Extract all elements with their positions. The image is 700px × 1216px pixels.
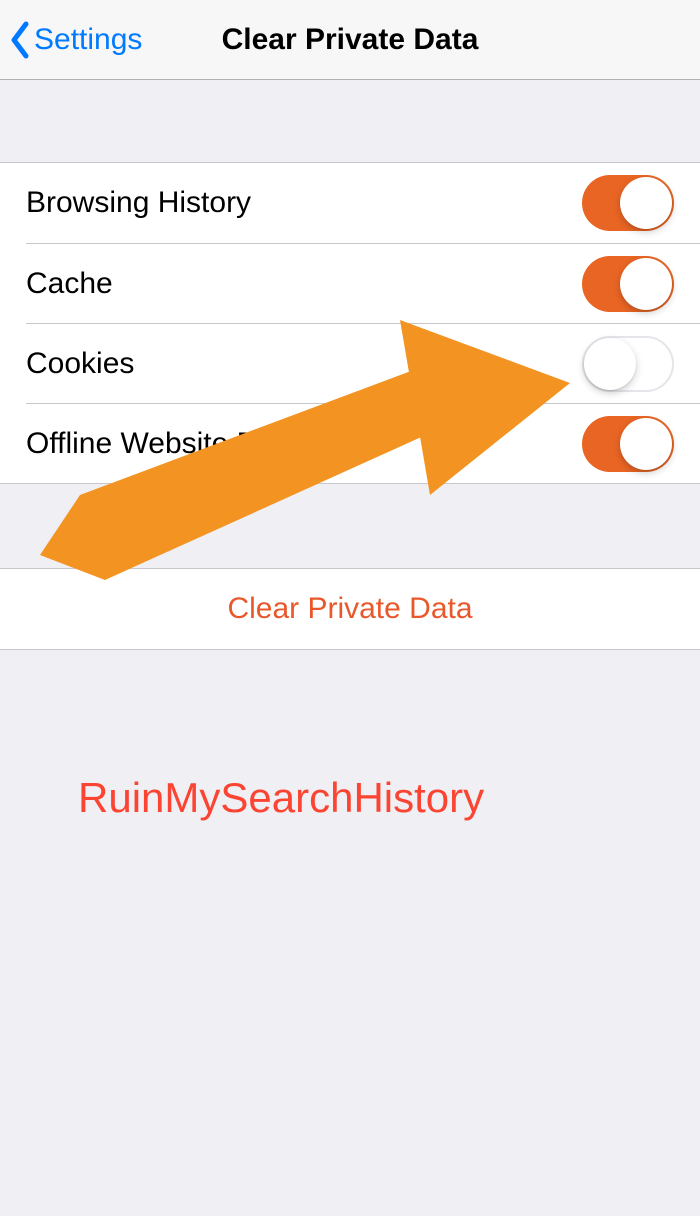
row-browsing-history: Browsing History: [0, 163, 700, 243]
row-cookies: Cookies: [26, 323, 700, 403]
page-title: Clear Private Data: [222, 23, 479, 57]
row-offline-website-data: Offline Website Data: [26, 403, 700, 483]
row-label: Cookies: [26, 347, 582, 381]
toggle-cache[interactable]: [582, 256, 674, 312]
navigation-bar: Settings Clear Private Data: [0, 0, 700, 80]
toggle-list: Browsing History Cache Cookies Offline W…: [0, 162, 700, 484]
clear-private-data-button[interactable]: Clear Private Data: [0, 568, 700, 650]
row-cache: Cache: [26, 243, 700, 323]
back-label: Settings: [34, 23, 142, 57]
section-spacer: [0, 484, 700, 568]
toggle-cookies[interactable]: [582, 336, 674, 392]
toggle-offline-website-data[interactable]: [582, 416, 674, 472]
row-label: Browsing History: [26, 186, 582, 220]
back-button[interactable]: Settings: [8, 20, 142, 60]
section-spacer: [0, 80, 700, 162]
chevron-left-icon: [8, 20, 32, 60]
toggle-browsing-history[interactable]: [582, 175, 674, 231]
action-label: Clear Private Data: [227, 592, 472, 626]
row-label: Cache: [26, 267, 582, 301]
watermark-text: RuinMySearchHistory: [78, 774, 484, 822]
row-label: Offline Website Data: [26, 427, 582, 461]
